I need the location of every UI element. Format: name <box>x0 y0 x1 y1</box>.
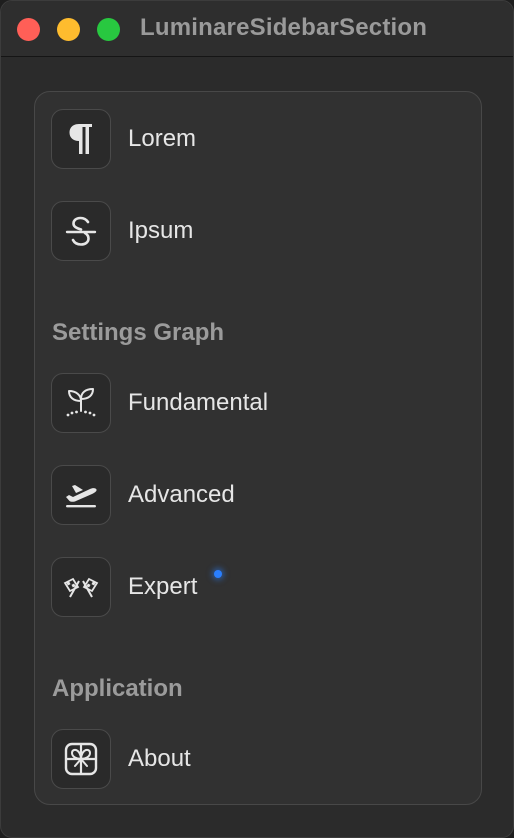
checkered-flags-icon <box>51 557 111 617</box>
section-header-application: Application <box>52 675 183 702</box>
sidebar-panel: Lorem Ipsum Settings Graph Fundamental A… <box>34 91 482 805</box>
sidebar-item-label: Lorem <box>128 125 197 152</box>
sidebar-item-ipsum[interactable]: Ipsum <box>51 201 451 261</box>
sidebar-item-label: Fundamental <box>128 389 269 416</box>
title-bar[interactable]: LuminareSidebarSection <box>1 1 513 57</box>
sidebar-item-label: Advanced <box>128 481 235 508</box>
sidebar-item-label: About <box>128 745 191 772</box>
sprout-icon <box>51 373 111 433</box>
sidebar-item-fundamental[interactable]: Fundamental <box>51 373 451 433</box>
strikethrough-icon <box>51 201 111 261</box>
sidebar-item-label: Expert <box>128 573 198 600</box>
sidebar-item-about[interactable]: About <box>51 729 451 789</box>
sidebar-item-advanced[interactable]: Advanced <box>51 465 451 525</box>
sidebar-item-lorem[interactable]: Lorem <box>51 109 451 169</box>
close-button[interactable] <box>17 18 40 41</box>
zoom-button[interactable] <box>97 18 120 41</box>
new-indicator-dot <box>214 570 222 578</box>
airplane-departure-icon <box>51 465 111 525</box>
gift-icon <box>51 729 111 789</box>
sidebar-item-label: Ipsum <box>128 217 194 244</box>
app-window: LuminareSidebarSection Lorem Ipsum Setti… <box>0 0 514 838</box>
sidebar-item-expert[interactable]: Expert <box>51 557 451 617</box>
pilcrow-icon <box>51 109 111 169</box>
minimize-button[interactable] <box>57 18 80 41</box>
section-header-settings-graph: Settings Graph <box>52 319 225 346</box>
window-title: LuminareSidebarSection <box>140 14 428 41</box>
